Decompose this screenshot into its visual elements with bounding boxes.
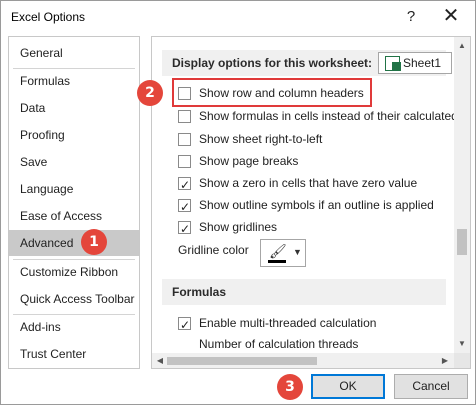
- sidebar-item-ease-of-access[interactable]: Ease of Access: [9, 203, 139, 229]
- step-marker-1: 1: [81, 229, 107, 255]
- option-label: Show a zero in cells that have zero valu…: [199, 176, 418, 190]
- checkbox[interactable]: [178, 197, 191, 217]
- checkbox[interactable]: [178, 155, 191, 168]
- help-icon[interactable]: ?: [399, 5, 423, 29]
- option-label: Show sheet right-to-left: [199, 132, 323, 146]
- options-sidebar: General Formulas Data Proofing Save Lang…: [8, 36, 140, 369]
- sidebar-item-trust-center[interactable]: Trust Center: [9, 341, 139, 367]
- sidebar-item-add-ins[interactable]: Add-ins: [9, 314, 139, 340]
- checkbox[interactable]: [178, 133, 191, 146]
- sidebar-item-customize-ribbon[interactable]: Customize Ribbon: [9, 259, 139, 285]
- step-marker-2: 2: [137, 80, 163, 106]
- checkbox[interactable]: [178, 175, 191, 195]
- scroll-left-icon[interactable]: ◀: [153, 353, 167, 368]
- sidebar-item-proofing[interactable]: Proofing: [9, 122, 139, 148]
- option-label: Show outline symbols if an outline is ap…: [199, 198, 434, 212]
- excel-options-dialog: Excel Options ? ✕ General Formulas Data …: [0, 0, 476, 405]
- worksheet-select[interactable]: Sheet1: [378, 52, 452, 74]
- checkbox[interactable]: [178, 110, 191, 123]
- sidebar-item-formulas[interactable]: Formulas: [9, 68, 139, 94]
- close-icon[interactable]: ✕: [437, 5, 465, 29]
- worksheet-select-value: Sheet1: [403, 56, 442, 70]
- highlight-rectangle: [172, 78, 372, 107]
- sidebar-item-advanced[interactable]: Advanced: [9, 230, 139, 256]
- sidebar-item-general[interactable]: General: [9, 40, 139, 66]
- option-label: Enable multi-threaded calculation: [199, 316, 377, 330]
- cancel-button[interactable]: Cancel: [394, 374, 468, 399]
- gridline-color-label: Gridline color: [178, 243, 249, 257]
- vertical-scrollbar[interactable]: ▲ ▼: [454, 37, 470, 353]
- step-marker-3: 3: [277, 374, 303, 400]
- scroll-thumb[interactable]: [167, 357, 317, 365]
- checkbox[interactable]: [178, 219, 191, 239]
- dialog-title: Excel Options: [11, 10, 86, 24]
- calculation-threads-label: Number of calculation threads: [199, 337, 359, 351]
- sidebar-item-save[interactable]: Save: [9, 149, 139, 175]
- sidebar-item-data[interactable]: Data: [9, 95, 139, 121]
- checkbox[interactable]: [178, 315, 191, 335]
- sheet-icon: [385, 56, 401, 71]
- scroll-up-icon[interactable]: ▲: [454, 39, 470, 53]
- sidebar-item-language[interactable]: Language: [9, 176, 139, 202]
- paint-bucket-icon: 🖌: [269, 243, 287, 259]
- formulas-section-header: Formulas: [162, 279, 446, 305]
- color-swatch: [268, 260, 286, 263]
- scroll-thumb[interactable]: [457, 229, 467, 255]
- title-bar: Excel Options ? ✕: [1, 1, 475, 34]
- sidebar-item-quick-access-toolbar[interactable]: Quick Access Toolbar: [9, 286, 139, 312]
- option-label: Show gridlines: [199, 220, 278, 234]
- option-label: Show page breaks: [199, 154, 299, 168]
- chevron-down-icon: ▼: [293, 247, 302, 257]
- horizontal-scrollbar[interactable]: ◀ ▶: [152, 353, 454, 368]
- scroll-right-icon[interactable]: ▶: [438, 353, 452, 368]
- option-label: Show formulas in cells instead of their …: [199, 109, 458, 123]
- ok-button[interactable]: OK: [311, 374, 385, 399]
- scroll-corner: [454, 353, 470, 368]
- scroll-down-icon[interactable]: ▼: [454, 337, 470, 351]
- gridline-color-picker[interactable]: 🖌 ▼: [260, 239, 306, 267]
